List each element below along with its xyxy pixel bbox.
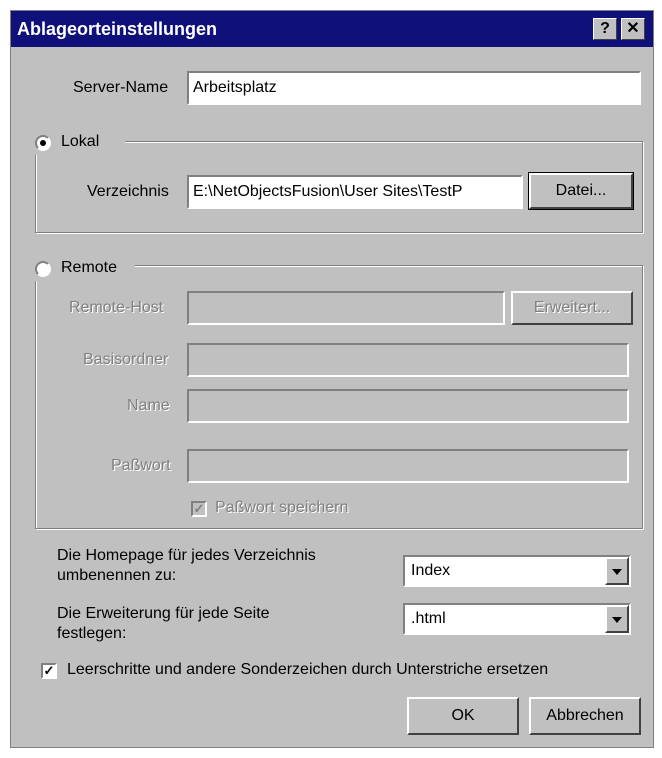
- local-radio[interactable]: [35, 135, 51, 151]
- cancel-button[interactable]: Abbrechen: [529, 697, 641, 735]
- homepage-label-line2: umbenennen zu:: [57, 567, 177, 584]
- homepage-value: Index: [411, 562, 451, 579]
- base-folder-input[interactable]: [187, 343, 629, 377]
- chevron-down-icon[interactable]: [605, 557, 629, 585]
- password-label: Paßwort: [111, 457, 171, 474]
- remote-host-input[interactable]: [187, 291, 505, 325]
- advanced-button[interactable]: Erweitert...: [511, 291, 633, 325]
- local-radio-label: Lokal: [61, 133, 100, 150]
- password-input[interactable]: [187, 449, 629, 483]
- homepage-label-line1: Die Homepage für jedes Verzeichnis: [57, 547, 316, 564]
- chevron-down-icon[interactable]: [605, 605, 629, 633]
- directory-label: Verzeichnis: [87, 183, 169, 200]
- remote-radio-wrapper[interactable]: Remote: [29, 257, 135, 281]
- help-icon[interactable]: ?: [593, 18, 617, 40]
- name-input[interactable]: [187, 389, 629, 423]
- homepage-select[interactable]: Index: [403, 555, 631, 587]
- extension-value: .html: [411, 610, 446, 627]
- save-password-checkbox[interactable]: ✓: [191, 501, 207, 517]
- ok-button[interactable]: OK: [407, 697, 519, 735]
- server-name-label: Server-Name: [73, 79, 169, 96]
- save-password-label: Paßwort speichern: [215, 499, 349, 516]
- settings-dialog: Ablageorteinstellungen ? ✕ Server-Name A…: [10, 10, 654, 748]
- replace-chars-checkbox[interactable]: ✓: [41, 663, 57, 679]
- title-bar[interactable]: Ablageorteinstellungen ? ✕: [11, 11, 653, 47]
- radio-dot: [40, 140, 46, 146]
- extension-label-line1: Die Erweiterung für jede Seite: [57, 605, 270, 622]
- directory-input[interactable]: E:\NetObjectsFusion\User Sites\TestP: [187, 175, 523, 209]
- replace-chars-label: Leerschritte und andere Sonderzeichen du…: [67, 661, 549, 678]
- server-name-input[interactable]: Arbeitsplatz: [187, 71, 641, 105]
- name-label: Name: [127, 397, 170, 414]
- extension-select[interactable]: .html: [403, 603, 631, 635]
- remote-radio[interactable]: [35, 261, 51, 277]
- browse-button[interactable]: Datei...: [528, 172, 634, 210]
- local-radio-wrapper[interactable]: Lokal: [29, 131, 125, 155]
- base-folder-label: Basisordner: [83, 351, 169, 368]
- extension-label-line2: festlegen:: [57, 625, 127, 642]
- window-title: Ablageorteinstellungen: [17, 19, 218, 39]
- remote-radio-label: Remote: [61, 259, 118, 276]
- close-icon[interactable]: ✕: [621, 18, 645, 40]
- remote-host-label: Remote-Host: [69, 299, 164, 316]
